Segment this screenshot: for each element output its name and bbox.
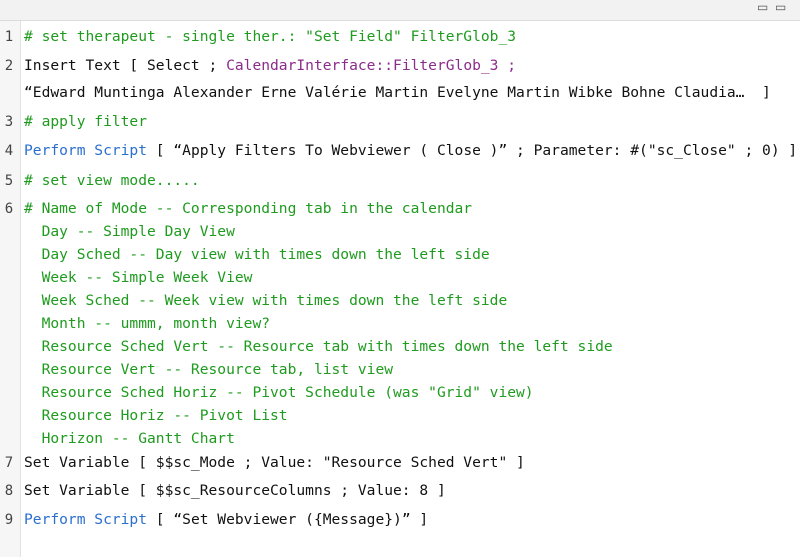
script-step-text: Resource Vert -- Resource tab, list view xyxy=(24,360,393,380)
script-step-text: Resource Sched Vert -- Resource tab with… xyxy=(24,337,613,357)
line-number: 7 xyxy=(4,455,14,471)
script-line[interactable]: Day Sched -- Day view with times down th… xyxy=(0,245,800,265)
line-number: 4 xyxy=(4,143,14,159)
script-step-text: Resource Sched Horiz -- Pivot Schedule (… xyxy=(24,383,534,403)
script-line[interactable]: 9 Perform Script [ “Set Webviewer ({Messa… xyxy=(0,510,800,530)
script-line[interactable]: Week Sched -- Week view with times down … xyxy=(0,291,800,311)
script-line[interactable]: 7 Set Variable [ $$sc_Mode ; Value: "Reso… xyxy=(0,453,800,473)
line-number: 9 xyxy=(4,512,14,528)
comment-text: Resource Vert -- Resource tab, list view xyxy=(24,361,394,378)
window-toolbar: ▭ ▭ xyxy=(0,0,800,21)
comment-text: Day Sched -- Day view with times down th… xyxy=(24,246,490,263)
script-line[interactable]: 6 # Name of Mode -- Corresponding tab in … xyxy=(0,199,800,219)
script-line[interactable]: Horizon -- Gantt Chart xyxy=(0,429,800,449)
step-name: Perform Script xyxy=(24,511,148,528)
step-text: [ “Apply Filters To Webviewer ( Close )”… xyxy=(147,142,798,159)
script-line[interactable]: Month -- ummm, month view? xyxy=(0,314,800,334)
script-line[interactable]: Resource Horiz -- Pivot List xyxy=(0,406,800,426)
script-step-text: Perform Script [ “Set Webviewer ({Messag… xyxy=(24,510,428,530)
script-line[interactable]: 8 Set Variable [ $$sc_ResourceColumns ; V… xyxy=(0,481,800,501)
line-number: 3 xyxy=(4,114,14,130)
comment-text: Week -- Simple Week View xyxy=(24,269,253,286)
script-step-text: “Edward Muntinga Alexander Erne Valérie … xyxy=(24,83,771,103)
comment-text: # Name of Mode -- Corresponding tab in t… xyxy=(24,200,473,217)
step-text: Set Variable [ $$sc_Mode ; Value: "Resou… xyxy=(24,454,525,471)
step-text: Set Variable [ $$sc_ResourceColumns ; Va… xyxy=(24,482,446,499)
field-reference: CalendarInterface::FilterGlob_3 ; xyxy=(226,57,517,74)
comment-text: Resource Sched Horiz -- Pivot Schedule (… xyxy=(24,384,534,401)
comment-text: Horizon -- Gantt Chart xyxy=(24,430,235,447)
script-line[interactable]: 3 # apply filter xyxy=(0,112,800,132)
step-text: Insert Text [ Select ; xyxy=(24,57,227,74)
line-number: 1 xyxy=(4,29,14,45)
script-step-text: Perform Script [ “Apply Filters To Webvi… xyxy=(24,141,797,161)
comment-text: Resource Sched Vert -- Resource tab with… xyxy=(24,338,613,355)
maximize-icon[interactable]: ▭ xyxy=(775,0,789,16)
script-step-text: Set Variable [ $$sc_Mode ; Value: "Resou… xyxy=(24,453,525,473)
line-number: 8 xyxy=(4,483,14,499)
script-line[interactable]: 5 # set view mode..... xyxy=(0,171,800,191)
minimize-icon[interactable]: ▭ xyxy=(757,0,771,16)
script-step-text: # apply filter xyxy=(24,112,147,132)
script-step-text: # set view mode..... xyxy=(24,171,200,191)
script-step-text: Week Sched -- Week view with times down … xyxy=(24,291,508,311)
script-step-text: Resource Horiz -- Pivot List xyxy=(24,406,288,426)
comment-text: Day -- Simple Day View xyxy=(24,223,235,240)
line-number: 5 xyxy=(4,173,14,189)
script-line[interactable]: 1 # set therapeut - single ther.: "Set Fi… xyxy=(0,27,800,47)
script-step-text: Set Variable [ $$sc_ResourceColumns ; Va… xyxy=(24,481,446,501)
script-line[interactable]: Resource Sched Vert -- Resource tab with… xyxy=(0,337,800,357)
script-step-text: Day Sched -- Day view with times down th… xyxy=(24,245,490,265)
script-step-text: # set therapeut - single ther.: "Set Fie… xyxy=(24,27,516,47)
script-step-text: # Name of Mode -- Corresponding tab in t… xyxy=(24,199,472,219)
script-line[interactable]: Week -- Simple Week View xyxy=(0,268,800,288)
comment-text: # set view mode..... xyxy=(24,172,200,189)
script-step-text: Day -- Simple Day View xyxy=(24,222,235,242)
comment-text: # apply filter xyxy=(24,113,148,130)
script-line[interactable]: 2 Insert Text [ Select ; CalendarInterfac… xyxy=(0,56,800,76)
step-text: “Edward Muntinga Alexander Erne Valérie … xyxy=(24,84,771,101)
comment-text: Week Sched -- Week view with times down … xyxy=(24,292,508,309)
script-line[interactable]: “Edward Muntinga Alexander Erne Valérie … xyxy=(0,83,800,103)
comment-text: Month -- ummm, month view? xyxy=(24,315,271,332)
script-step-text: Week -- Simple Week View xyxy=(24,268,253,288)
script-line[interactable]: Resource Sched Horiz -- Pivot Schedule (… xyxy=(0,383,800,403)
comment-text: # set therapeut - single ther.: "Set Fie… xyxy=(24,28,517,45)
step-text: [ “Set Webviewer ({Message})” ] xyxy=(147,511,429,528)
script-step-text: Horizon -- Gantt Chart xyxy=(24,429,235,449)
line-number: 2 xyxy=(4,58,14,74)
script-step-text: Month -- ummm, month view? xyxy=(24,314,270,334)
script-step-text: Insert Text [ Select ; CalendarInterface… xyxy=(24,56,516,76)
script-line[interactable]: Resource Vert -- Resource tab, list view xyxy=(0,360,800,380)
script-line[interactable]: Day -- Simple Day View xyxy=(0,222,800,242)
script-line[interactable]: 4 Perform Script [ “Apply Filters To Webv… xyxy=(0,141,800,161)
comment-text: Resource Horiz -- Pivot List xyxy=(24,407,288,424)
line-number: 6 xyxy=(4,201,14,217)
step-name: Perform Script xyxy=(24,142,148,159)
